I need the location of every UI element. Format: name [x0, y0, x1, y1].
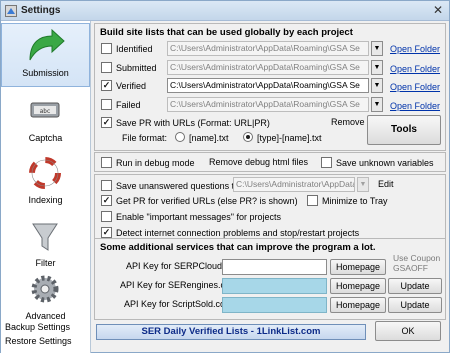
sidebar-item-indexing[interactable]: Indexing — [1, 151, 90, 215]
failed-label: Failed — [116, 100, 141, 110]
coupon-note: Use Coupon GSAOFF — [393, 253, 441, 273]
failed-dropdown-button[interactable]: ▼ — [371, 97, 383, 112]
debug-panel: Run in debug mode Remove debug html file… — [94, 152, 446, 172]
format-type-name-radio[interactable] — [243, 132, 253, 142]
submitted-open-folder-link[interactable]: Open Folder — [390, 64, 440, 74]
format-name-label: [name].txt — [189, 133, 229, 143]
svg-text:abc: abc — [40, 108, 51, 115]
edit-link[interactable]: Edit — [378, 179, 394, 189]
failed-path-input[interactable]: C:\Users\Administrator\AppData\Roaming\G… — [167, 97, 369, 112]
run-debug-checkbox[interactable] — [101, 157, 112, 168]
sidebar-item-submission[interactable]: Submission — [1, 23, 90, 87]
important-messages-checkbox[interactable] — [101, 211, 112, 222]
chevron-down-icon: ▼ — [373, 101, 381, 108]
lifebuoy-icon — [29, 157, 61, 189]
captcha-chip-icon: abc — [30, 102, 60, 118]
submitted-path-input[interactable]: C:\Users\Administrator\AppData\Roaming\G… — [167, 60, 369, 75]
site-lists-header: Build site lists that can be used global… — [100, 27, 353, 38]
get-pr-label: Get PR for verified URLs (else PR? is sh… — [116, 196, 298, 206]
serengines-label: API Key for SERengines.com — [120, 280, 238, 290]
restore-settings-link[interactable]: Restore Settings — [5, 336, 72, 346]
important-messages-label: Enable "important messages" for projects — [116, 212, 281, 222]
submitted-label: Submitted — [116, 63, 157, 73]
chevron-down-icon: ▼ — [373, 45, 381, 52]
serpcloud-api-key-input[interactable] — [222, 259, 327, 275]
verified-dropdown-button[interactable]: ▼ — [371, 78, 383, 93]
remove-link[interactable]: Remove — [331, 117, 365, 127]
funnel-icon — [32, 223, 58, 251]
scriptsold-label: API Key for ScriptSold.com — [124, 299, 233, 309]
identified-label: Identified — [116, 44, 153, 54]
sidebar-item-label: Advanced — [25, 311, 66, 321]
sidebar-item-captcha[interactable]: abc Captcha — [1, 89, 90, 153]
main-content: Build site lists that can be used global… — [92, 21, 449, 353]
remove-debug-files-link[interactable]: Remove debug html files — [209, 157, 308, 167]
verified-path-input[interactable]: C:\Users\Administrator\AppData\Roaming\G… — [167, 78, 369, 93]
run-debug-label: Run in debug mode — [116, 158, 195, 168]
identified-dropdown-button[interactable]: ▼ — [371, 41, 383, 56]
submitted-dropdown-button[interactable]: ▼ — [371, 60, 383, 75]
minimize-to-tray-label: Minimize to Tray — [322, 196, 388, 206]
submitted-checkbox[interactable] — [101, 62, 112, 73]
identified-open-folder-link[interactable]: Open Folder — [390, 44, 440, 54]
format-type-name-label: [type]-[name].txt — [257, 133, 322, 143]
get-pr-checkbox[interactable] — [101, 195, 112, 206]
failed-open-folder-link[interactable]: Open Folder — [390, 101, 440, 111]
scriptsold-homepage-button[interactable]: Homepage — [330, 297, 386, 313]
title-bar: Settings ✕ — [1, 1, 449, 21]
backup-settings-link[interactable]: Backup Settings — [5, 322, 70, 332]
chevron-down-icon: ▼ — [373, 64, 381, 71]
chevron-down-icon: ▼ — [373, 82, 381, 89]
verified-open-folder-link[interactable]: Open Folder — [390, 82, 440, 92]
serengines-update-button[interactable]: Update — [388, 278, 442, 294]
identified-checkbox[interactable] — [101, 43, 112, 54]
verified-checkbox[interactable] — [101, 80, 112, 91]
scriptsold-update-button[interactable]: Update — [388, 297, 442, 313]
services-panel: Some additional services that can improv… — [94, 238, 446, 320]
save-unknown-variables-label: Save unknown variables — [336, 158, 434, 168]
identified-path-input[interactable]: C:\Users\Administrator\AppData\Roaming\G… — [167, 41, 369, 56]
format-name-radio[interactable] — [175, 132, 185, 142]
sidebar-item-label: Submission — [22, 68, 69, 78]
failed-checkbox[interactable] — [101, 99, 112, 110]
serengines-homepage-button[interactable]: Homepage — [330, 278, 386, 294]
gear-icon — [31, 275, 59, 303]
chevron-down-icon: ▼ — [359, 181, 367, 188]
verified-label: Verified — [116, 81, 147, 91]
save-unanswered-checkbox[interactable] — [101, 180, 112, 191]
green-arrow-icon — [29, 28, 65, 61]
serengines-api-key-input[interactable] — [222, 278, 327, 294]
verified-lists-banner[interactable]: SER Daily Verified Lists - 1LinkList.com — [96, 324, 366, 340]
file-format-label: File format: — [122, 133, 168, 143]
detect-connection-checkbox[interactable] — [101, 227, 112, 238]
settings-window: Settings ✕ Submission abc Captcha Indexi… — [0, 0, 450, 353]
serpcloud-homepage-button[interactable]: Homepage — [330, 259, 386, 275]
ok-button[interactable]: OK — [375, 321, 441, 341]
close-button[interactable]: ✕ — [431, 4, 445, 18]
detect-connection-label: Detect internet connection problems and … — [116, 228, 360, 238]
sidebar-item-label: Captcha — [28, 133, 63, 143]
unanswered-dropdown-button[interactable]: ▼ — [357, 177, 369, 192]
save-pr-label: Save PR with URLs (Format: URL|PR) — [116, 118, 270, 128]
tools-button[interactable]: Tools — [367, 115, 441, 145]
app-icon — [5, 5, 17, 17]
minimize-to-tray-checkbox[interactable] — [307, 195, 318, 206]
save-unknown-variables-checkbox[interactable] — [321, 157, 332, 168]
scriptsold-api-key-input[interactable] — [222, 297, 327, 313]
sidebar: Submission abc Captcha Indexing Filter A… — [1, 21, 91, 353]
sidebar-item-label: Indexing — [28, 195, 63, 205]
services-header: Some additional services that can improv… — [100, 242, 376, 253]
close-icon: ✕ — [432, 3, 444, 17]
site-lists-panel: Build site lists that can be used global… — [94, 23, 446, 151]
unanswered-path-input[interactable]: C:\Users\Administrator\AppData\ — [233, 177, 355, 192]
save-pr-checkbox[interactable] — [101, 117, 112, 128]
window-title: Settings — [21, 5, 61, 16]
